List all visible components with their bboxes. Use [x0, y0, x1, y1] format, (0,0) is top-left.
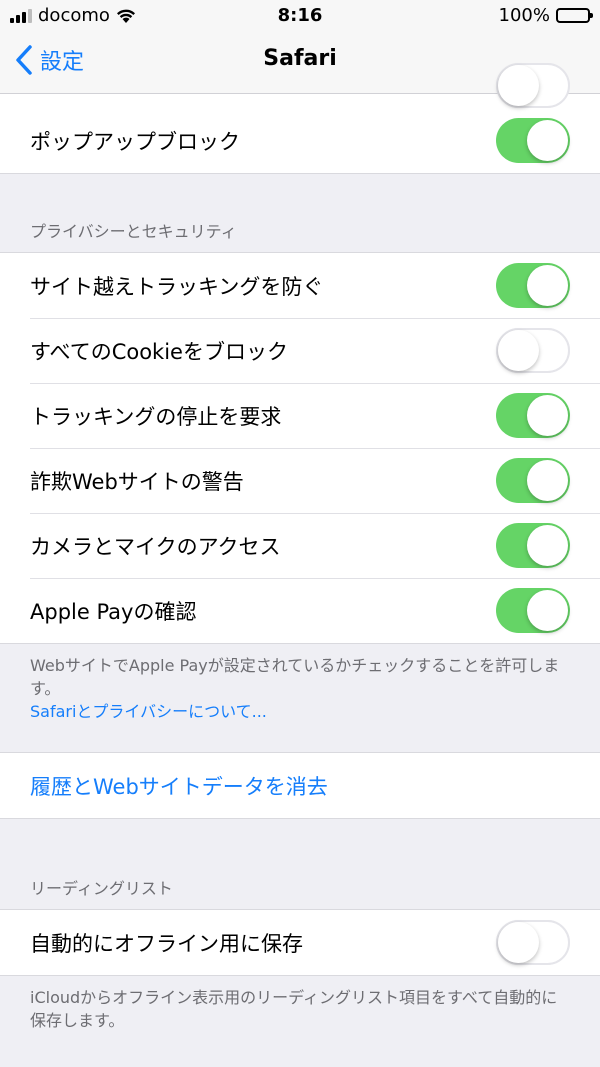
status-bar: docomo 8:16 100% [0, 0, 600, 30]
camera-mic-toggle[interactable] [496, 523, 570, 568]
privacy-footer-text: WebサイトでApple Payが設定されているかチェックすることを許可します。 [30, 656, 560, 698]
privacy-link[interactable]: Safariとプライバシーについて... [30, 700, 570, 723]
cross-site-tracking-toggle[interactable] [496, 263, 570, 308]
battery-icon [556, 8, 593, 23]
clear-history-button[interactable]: 履歴とWebサイトデータを消去 [0, 753, 600, 818]
fraud-warning-row: 詐欺Webサイトの警告 [0, 448, 600, 513]
offline-save-toggle[interactable] [496, 920, 570, 965]
partial-toggle[interactable] [496, 63, 570, 108]
offline-save-row: 自動的にオフライン用に保存 [0, 910, 600, 975]
popup-block-row: ポップアップブロック [0, 108, 600, 173]
general-group: ポップアップブロック [0, 108, 600, 174]
clear-history-label: 履歴とWebサイトデータを消去 [30, 774, 328, 799]
do-not-track-row: トラッキングの停止を要求 [0, 383, 600, 448]
privacy-footer: WebサイトでApple Payが設定されているかチェックすることを許可します。… [0, 644, 600, 752]
reading-list-group: 自動的にオフライン用に保存 [0, 909, 600, 976]
fraud-warning-toggle[interactable] [496, 458, 570, 503]
block-cookies-toggle[interactable] [496, 328, 570, 373]
battery-percent: 100% [498, 5, 550, 26]
apple-pay-toggle[interactable] [496, 588, 570, 633]
reading-list-header: リーディングリスト [30, 879, 173, 898]
partial-row [0, 63, 600, 108]
cross-site-tracking-row: サイト越えトラッキングを防ぐ [0, 253, 600, 318]
camera-mic-row: カメラとマイクのアクセス [0, 513, 600, 578]
block-cookies-row: すべてのCookieをブロック [0, 318, 600, 383]
clear-group: 履歴とWebサイトデータを消去 [0, 752, 600, 819]
apple-pay-row: Apple Payの確認 [0, 578, 600, 643]
settings-content: ポップアップブロック プライバシーとセキュリティ サイト越えトラッキングを防ぐ … [0, 63, 600, 1032]
privacy-header: プライバシーとセキュリティ [30, 222, 237, 241]
popup-block-toggle[interactable] [496, 118, 570, 163]
privacy-group: サイト越えトラッキングを防ぐ すべてのCookieをブロック トラッキングの停止… [0, 252, 600, 644]
do-not-track-toggle[interactable] [496, 393, 570, 438]
status-right: 100% [498, 5, 593, 26]
reading-list-footer: iCloudからオフライン表示用のリーディングリスト項目をすべて自動的に保存しま… [30, 988, 558, 1030]
